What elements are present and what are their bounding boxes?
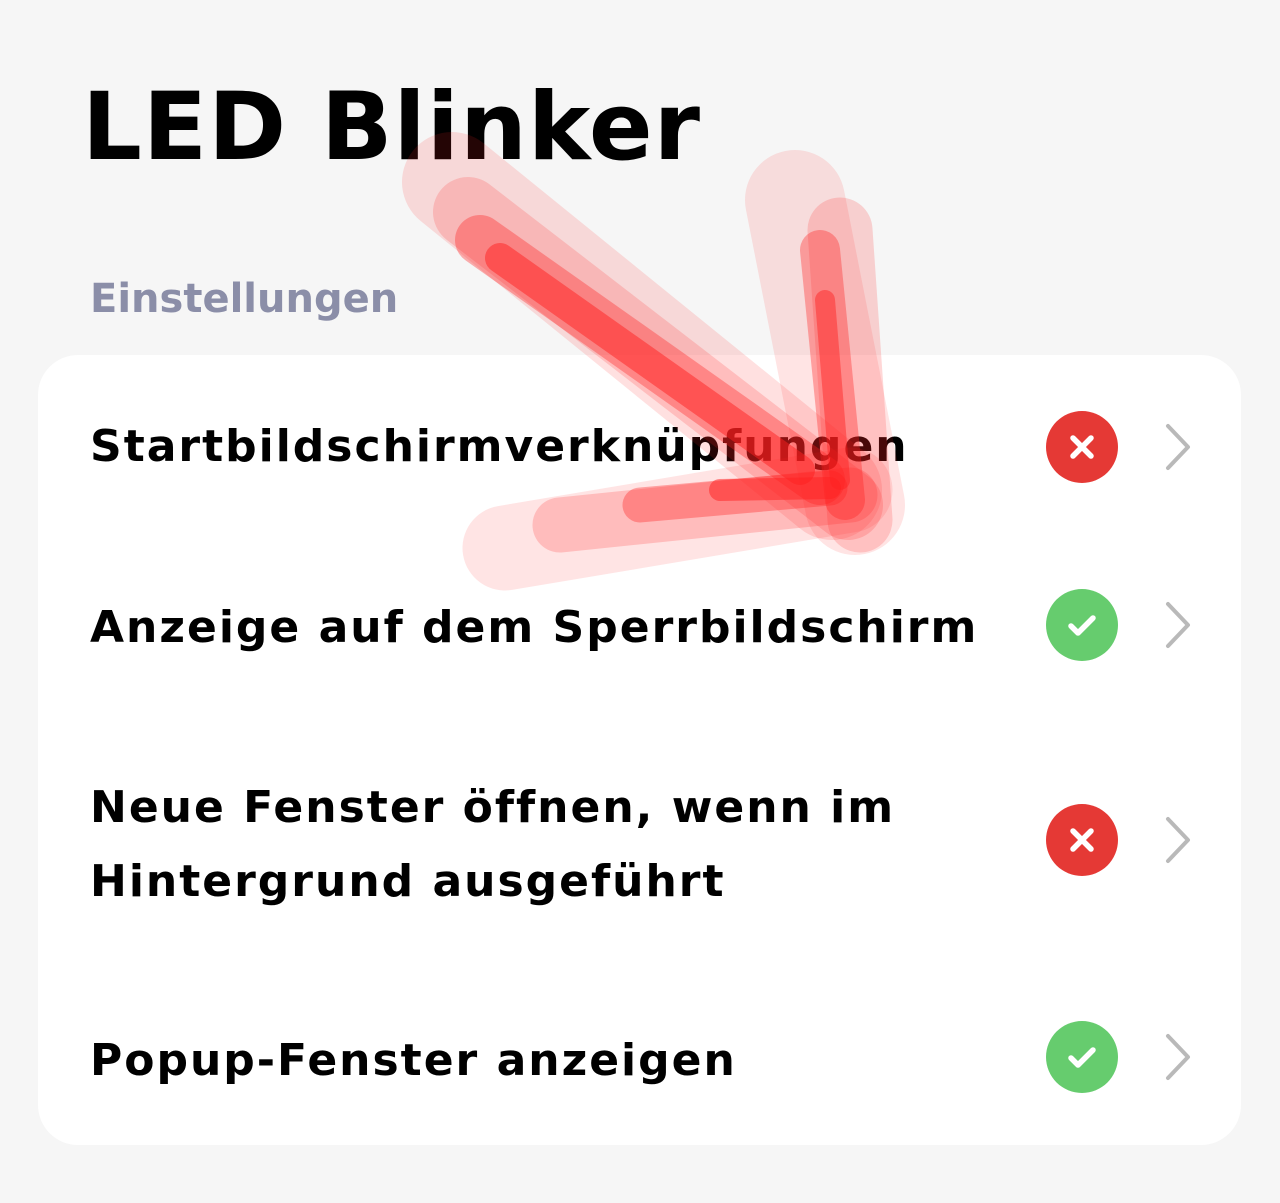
settings-item-label-line1: Neue Fenster öffnen, wenn im xyxy=(90,782,896,833)
chevron-right-icon xyxy=(1160,599,1196,651)
settings-item-background-windows[interactable]: Neue Fenster öffnen, wenn im Hintergrund… xyxy=(38,715,1241,940)
settings-item-label: Popup-Fenster anzeigen xyxy=(90,1035,737,1086)
check-icon xyxy=(1046,589,1118,661)
settings-item-label: Startbildschirmverknüpfungen xyxy=(90,421,909,472)
chevron-right-icon xyxy=(1160,421,1196,473)
settings-card: Startbildschirmverknüpfungen Anzeige auf… xyxy=(38,355,1241,1145)
chevron-right-icon xyxy=(1160,1031,1196,1083)
settings-item-lockscreen-display[interactable]: Anzeige auf dem Sperrbildschirm xyxy=(38,535,1241,715)
cross-icon xyxy=(1046,804,1118,876)
settings-item-label-line2: Hintergrund ausgeführt xyxy=(90,856,726,907)
check-icon xyxy=(1046,1021,1118,1093)
chevron-right-icon xyxy=(1160,814,1196,866)
cross-icon xyxy=(1046,411,1118,483)
app-title: LED Blinker xyxy=(82,73,701,182)
section-label: Einstellungen xyxy=(90,276,399,322)
settings-item-home-shortcuts[interactable]: Startbildschirmverknüpfungen xyxy=(38,355,1241,545)
settings-item-popup-windows[interactable]: Popup-Fenster anzeigen xyxy=(38,940,1241,1145)
settings-item-label: Anzeige auf dem Sperrbildschirm xyxy=(90,602,979,653)
